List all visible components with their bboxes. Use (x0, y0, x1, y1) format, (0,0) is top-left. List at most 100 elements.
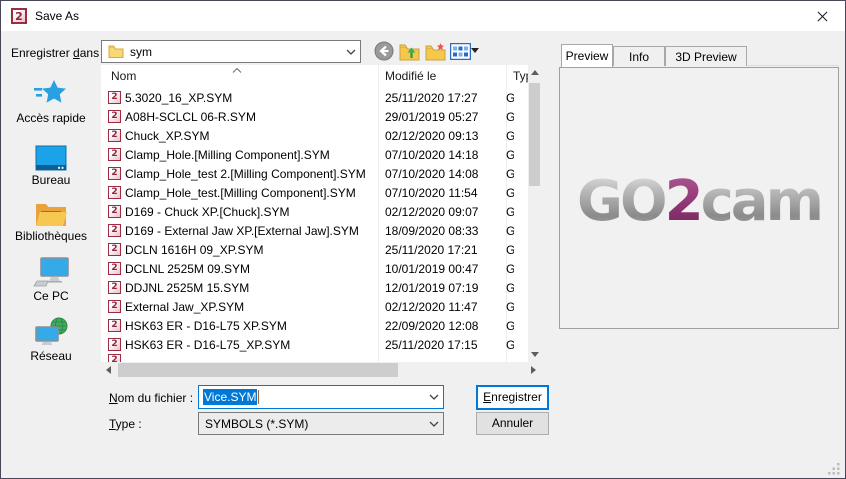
resize-grip[interactable] (828, 462, 841, 475)
filename-value-selected: Vice.SYM (203, 389, 257, 405)
file-name: Clamp_Hole_test 2.[Milling Component].SY… (125, 167, 378, 181)
file-modified-date: 12/01/2019 07:19 (378, 281, 499, 295)
file-modified-date: 02/12/2020 09:07 (378, 205, 499, 219)
horizontal-scrollbar[interactable] (101, 362, 541, 378)
sidebar-item-desktop[interactable]: Bureau (1, 137, 101, 187)
file-list: Nom Modifié le Type 5.3020_16_XP.SYM 25/… (101, 65, 541, 378)
go2cam-file-icon (108, 129, 121, 142)
file-name: 5.3020_16_XP.SYM (125, 91, 378, 105)
file-name: D169 - External Jaw XP.[External Jaw].SY… (125, 224, 378, 238)
file-type-dropdown[interactable]: SYMBOLS (*.SYM) (198, 412, 444, 435)
file-row[interactable]: External Jaw_XP.SYM 02/12/2020 11:47 GO2… (101, 297, 528, 316)
tab-3d-preview[interactable]: 3D Preview (665, 46, 747, 66)
scroll-down-icon[interactable] (531, 352, 539, 357)
file-row[interactable]: D169 - External Jaw XP.[External Jaw].SY… (101, 221, 528, 240)
file-type: GO2cam (499, 186, 514, 200)
go2cam-file-icon (108, 243, 121, 256)
file-row[interactable]: Clamp_Hole_test.[Milling Component].SYM … (101, 183, 528, 202)
sort-ascending-icon (232, 68, 242, 73)
file-row[interactable]: DCLN 1616H 09_XP.SYM 25/11/2020 17:21 GO… (101, 240, 528, 259)
scroll-left-icon[interactable] (106, 366, 111, 374)
chevron-down-icon[interactable] (425, 421, 443, 427)
chevron-down-icon[interactable] (425, 394, 443, 400)
file-type: GO2cam (499, 319, 514, 333)
file-row[interactable]: DCLNL 2525M 09.SYM 10/01/2019 00:47 GO2c… (101, 259, 528, 278)
type-label: Type : (109, 417, 142, 431)
libraries-folder-icon (1, 193, 101, 227)
scroll-up-icon[interactable] (531, 70, 539, 75)
location-value: sym (130, 45, 342, 59)
file-type: GO2cam (499, 167, 514, 181)
file-type: GO2cam (499, 148, 514, 162)
sidebar-item-label: Réseau (1, 349, 101, 363)
up-one-level-icon (399, 42, 420, 61)
file-name: HSK63 ER - D16-L75_XP.SYM (125, 338, 378, 352)
go2cam-file-icon (108, 338, 121, 351)
go2cam-file-icon (108, 148, 121, 161)
go2cam-file-icon (108, 300, 121, 313)
new-folder-button[interactable] (424, 40, 446, 62)
close-button[interactable] (800, 1, 845, 31)
file-modified-date: 10/01/2019 00:47 (378, 262, 499, 276)
file-name: A08H-SCLCL 06-R.SYM (125, 110, 378, 124)
sidebar-item-label: Bureau (1, 173, 101, 187)
places-sidebar: Accès rapide Bureau Bibliothèques (1, 65, 101, 379)
file-row[interactable]: Clamp_Hole_test 2.[Milling Component].SY… (101, 164, 528, 183)
file-row[interactable]: HSK63 ER - D16-L75_XP.SYM 25/11/2020 17:… (101, 335, 528, 354)
save-as-dialog: Save As Enregistrer dans : sym (0, 0, 846, 479)
save-button[interactable]: Enregistrer (476, 385, 549, 410)
tab-preview[interactable]: Preview (561, 44, 613, 67)
file-type-value: SYMBOLS (*.SYM) (205, 417, 308, 431)
column-header-modified[interactable]: Modifié le (385, 65, 505, 88)
column-header-type[interactable]: Type (513, 65, 528, 88)
file-row[interactable]: 5.3020_16_XP.SYM 25/11/2020 17:27 GO2cam (101, 88, 528, 107)
file-row[interactable]: A08H-SCLCL 06-R.SYM 29/01/2019 05:27 GO2… (101, 107, 528, 126)
file-modified-date: 07/10/2020 14:08 (378, 167, 499, 181)
column-header-name[interactable]: Nom (111, 65, 311, 88)
vertical-scrollbar-thumb[interactable] (529, 83, 540, 186)
file-row[interactable]: Clamp_Hole.[Milling Component].SYM 07/10… (101, 145, 528, 164)
sidebar-item-this-pc[interactable]: Ce PC (1, 253, 101, 303)
sidebar-item-libraries[interactable]: Bibliothèques (1, 193, 101, 243)
file-modified-date: 07/10/2020 11:54 (378, 186, 499, 200)
file-modified-date: 02/12/2020 11:47 (378, 300, 499, 314)
view-menu-button[interactable] (447, 40, 473, 62)
go2cam-file-icon (108, 186, 121, 199)
file-type: GO2cam (499, 129, 514, 143)
sidebar-item-quick-access[interactable]: Accès rapide (1, 75, 101, 125)
file-row[interactable]: D169 - Chuck XP.[Chuck].SYM 02/12/2020 0… (101, 202, 528, 221)
tab-info[interactable]: Info (613, 46, 665, 66)
go2cam-app-icon (11, 8, 27, 24)
file-name: External Jaw_XP.SYM (125, 300, 378, 314)
file-row[interactable]: Chuck_XP.SYM 02/12/2020 09:13 GO2cam (101, 126, 528, 145)
file-row[interactable]: DDJNL 2525M 15.SYM 12/01/2019 07:19 GO2c… (101, 278, 528, 297)
close-icon (817, 11, 828, 22)
sidebar-item-network[interactable]: Réseau (1, 313, 101, 363)
go2cam-file-icon (108, 91, 121, 104)
location-dropdown[interactable]: sym (101, 40, 361, 63)
horizontal-scrollbar-thumb[interactable] (118, 363, 398, 377)
file-type: GO2cam (499, 281, 514, 295)
file-type: GO2cam (499, 224, 514, 238)
file-type: GO2cam (499, 91, 514, 105)
view-menu-caret-icon[interactable] (471, 48, 479, 53)
save-in-label: Enregistrer dans : (11, 46, 106, 60)
up-one-level-button[interactable] (398, 40, 420, 62)
go2cam-file-icon (108, 205, 121, 218)
title-bar[interactable]: Save As (1, 1, 845, 31)
filename-input[interactable]: Vice.SYM (198, 385, 444, 409)
vertical-scrollbar[interactable] (528, 65, 541, 362)
file-type: GO2cam (499, 338, 514, 352)
file-rows: 5.3020_16_XP.SYM 25/11/2020 17:27 GO2cam… (101, 88, 528, 354)
sidebar-item-label: Ce PC (1, 289, 101, 303)
cancel-button[interactable]: Annuler (476, 412, 549, 435)
filename-label: Nom du fichier : (109, 391, 193, 405)
back-button[interactable] (373, 40, 395, 62)
go2cam-file-icon (108, 167, 121, 180)
file-row-partial (108, 354, 128, 362)
scroll-right-icon[interactable] (531, 366, 536, 374)
file-modified-date: 22/09/2020 12:08 (378, 319, 499, 333)
file-row[interactable]: HSK63 ER - D16-L75 XP.SYM 22/09/2020 12:… (101, 316, 528, 335)
window-title: Save As (35, 1, 79, 31)
file-modified-date: 18/09/2020 08:33 (378, 224, 499, 238)
